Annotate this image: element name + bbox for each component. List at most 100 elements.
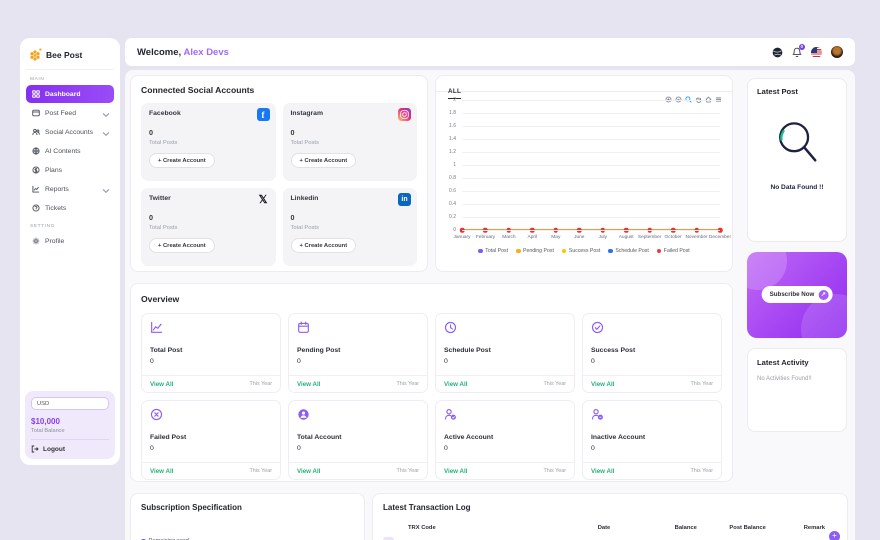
subscribe-banner[interactable]: Subscribe Now ↗	[747, 252, 847, 338]
col-post-balance: Post Balance	[714, 525, 780, 531]
user-check-icon	[444, 408, 457, 421]
sidebar-item-social-accounts[interactable]: Social Accounts	[26, 123, 114, 141]
sidebar: Bee Post MAIN Dashboard Post Feed Social…	[20, 38, 120, 465]
period-label: This Year	[250, 381, 272, 387]
x-tick-label: July	[598, 235, 607, 240]
gridline	[462, 217, 720, 218]
view-all-link[interactable]: View All	[150, 381, 173, 388]
tile-value: 0	[591, 445, 713, 452]
x-tick-label: May	[551, 235, 560, 240]
balance-amount: $10,000	[31, 417, 109, 426]
connected-social-accounts-card: Connected Social Accounts Facebook f 0 T…	[130, 75, 428, 272]
y-tick-label: 2	[453, 97, 456, 103]
chart-line-icon	[150, 321, 163, 334]
transaction-log-title: Latest Transaction Log	[373, 503, 847, 512]
sidebar-item-reports[interactable]: Reports	[26, 180, 114, 198]
tile-value: 0	[150, 445, 272, 452]
col-trx-code: TRX Code	[383, 525, 551, 531]
legend-item[interactable]: Total Post	[478, 248, 508, 254]
overview-card: Overview Total Post 0 View AllThis Year …	[130, 283, 733, 482]
arrow-up-right-icon: ↗	[818, 290, 828, 300]
sidebar-item-plans[interactable]: Plans	[26, 161, 114, 179]
period-label: This Year	[544, 381, 566, 387]
facebook-total: 0	[149, 128, 268, 137]
sidebar-item-dashboard[interactable]: Dashboard	[26, 85, 114, 103]
subscribe-now-button[interactable]: Subscribe Now ↗	[762, 286, 833, 303]
total-posts-label: Total Posts	[149, 140, 268, 146]
overview-grid: Total Post 0 View AllThis Year Pending P…	[141, 313, 722, 480]
sidebar-item-label: Tickets	[45, 205, 66, 212]
sidebar-item-post-feed[interactable]: Post Feed	[26, 104, 114, 122]
logout-button[interactable]: Logout	[31, 440, 109, 453]
user-circle-icon	[297, 408, 310, 421]
view-all-link[interactable]: View All	[591, 381, 614, 388]
total-posts-label: Total Posts	[291, 225, 410, 231]
welcome-text: Welcome, Alex Devs	[137, 47, 229, 58]
dashboard-icon	[32, 90, 40, 98]
view-all-link[interactable]: View All	[297, 468, 320, 475]
legend-item[interactable]: Pending Post	[516, 248, 554, 254]
failed-post-tile: Failed Post 0 View AllThis Year	[141, 400, 281, 480]
x-circle-icon	[150, 408, 163, 421]
user-avatar[interactable]	[831, 46, 843, 58]
legend-item[interactable]: Schedule Post	[608, 248, 648, 254]
y-tick-label: 0	[453, 227, 456, 233]
welcome-prefix: Welcome,	[137, 47, 181, 58]
linkedin-total: 0	[291, 213, 410, 222]
language-flag-icon[interactable]	[811, 47, 822, 58]
view-all-link[interactable]: View All	[591, 468, 614, 475]
globe-icon[interactable]	[772, 47, 783, 58]
sidebar-item-profile[interactable]: Profile	[26, 232, 114, 250]
instagram-create-account-button[interactable]: + Create Account	[291, 153, 357, 168]
view-all-link[interactable]: View All	[444, 381, 467, 388]
view-all-link[interactable]: View All	[297, 381, 320, 388]
total-post-tile: Total Post 0 View AllThis Year	[141, 313, 281, 393]
linkedin-icon: in	[398, 193, 411, 206]
calendar-icon	[297, 321, 310, 334]
view-all-link[interactable]: View All	[150, 468, 173, 475]
x-tick-label: August	[619, 235, 634, 240]
gridline	[462, 100, 720, 101]
facebook-create-account-button[interactable]: + Create Account	[149, 153, 215, 168]
legend-item[interactable]: Failed Post	[657, 248, 690, 254]
chevron-down-icon	[102, 187, 108, 191]
latest-activity-title: Latest Activity	[757, 358, 837, 367]
x-tick-label: December	[709, 235, 731, 240]
check-circle-icon	[591, 321, 604, 334]
linkedin-create-account-button[interactable]: + Create Account	[291, 238, 357, 253]
notification-bell-icon[interactable]: 0	[792, 47, 802, 58]
x-tick-label: September	[638, 235, 661, 240]
total-posts-label: Total Posts	[291, 140, 410, 146]
chevron-down-icon	[102, 111, 108, 115]
twitter-create-account-button[interactable]: + Create Account	[149, 238, 215, 253]
brand-logo[interactable]: Bee Post	[26, 44, 114, 70]
notification-badge: 0	[799, 44, 806, 51]
add-transaction-button[interactable]: +	[829, 531, 840, 540]
facebook-name: Facebook	[149, 110, 268, 117]
x-tick-label: June	[574, 235, 584, 240]
overview-title: Overview	[141, 294, 722, 304]
period-label: This Year	[397, 468, 419, 474]
logout-label: Logout	[43, 446, 65, 453]
currency-select[interactable]: USD	[31, 397, 109, 410]
social-accounts-icon	[32, 128, 40, 136]
tile-title: Total Account	[297, 434, 419, 441]
subscription-title: Subscription Specification	[141, 503, 354, 512]
period-label: This Year	[544, 468, 566, 474]
sidebar-item-ai-contents[interactable]: AI Contents	[26, 142, 114, 160]
sidebar-item-label: Plans	[45, 167, 62, 174]
sidebar-section-setting: SETTING	[30, 224, 110, 229]
legend-item[interactable]: Success Post	[562, 248, 600, 254]
social-grid: Facebook f 0 Total Posts + Create Accoun…	[141, 103, 417, 266]
x-axis: JanuaryFebruaryMarchAprilMayJuneJulyAugu…	[462, 235, 720, 243]
sidebar-section-main: MAIN	[30, 77, 110, 82]
period-label: This Year	[397, 381, 419, 387]
gridline	[462, 178, 720, 179]
clock-icon	[444, 321, 457, 334]
view-all-link[interactable]: View All	[444, 468, 467, 475]
y-tick-label: 1.8	[449, 110, 456, 116]
y-tick-label: 1	[453, 162, 456, 168]
y-tick-label: 0.8	[449, 175, 456, 181]
sidebar-item-tickets[interactable]: Tickets	[26, 199, 114, 217]
linkedin-tile: Linkedin in 0 Total Posts + Create Accou…	[283, 188, 418, 266]
